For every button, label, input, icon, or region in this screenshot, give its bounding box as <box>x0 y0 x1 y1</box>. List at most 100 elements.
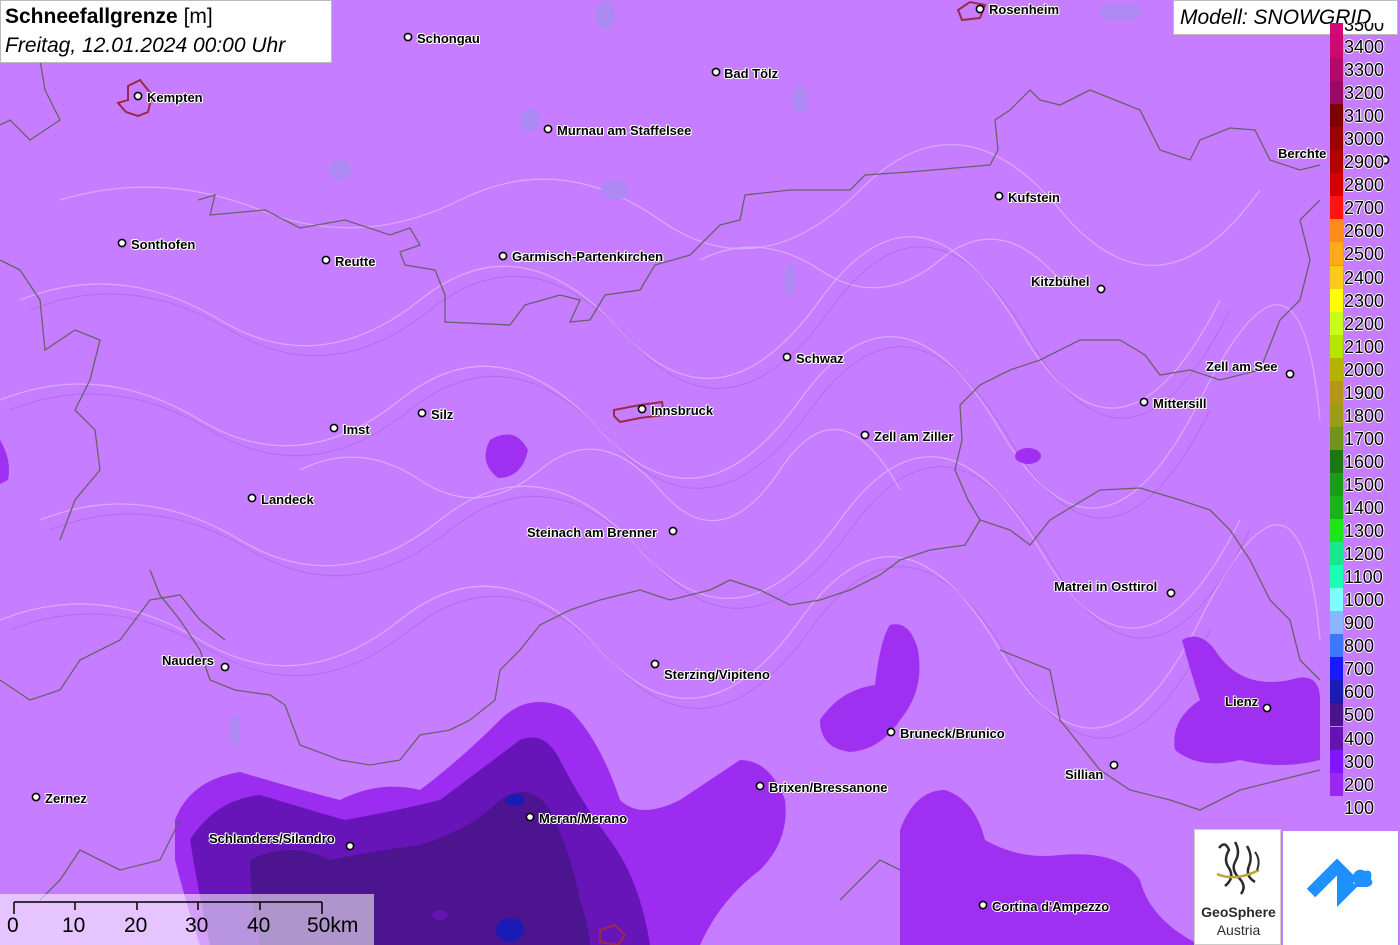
legend-label: 1700 <box>1344 428 1385 449</box>
legend-row-top-partial: 3500 <box>1328 23 1400 35</box>
color-legend: 3500 3400 3300 3200 3100 3000 2900 2800 2700 260… <box>1328 23 1400 832</box>
city-label-reutte: Reutte <box>335 254 376 269</box>
legend-label: 3400 <box>1344 37 1385 57</box>
legend-row-100: 100 <box>1328 795 1400 819</box>
legend-row-2100: 2100 <box>1328 334 1400 358</box>
legend-label: 1500 <box>1344 474 1385 495</box>
legend-swatch <box>1330 219 1343 243</box>
legend-label: 3100 <box>1344 106 1385 127</box>
city-label-schlanders: Schlanders/Silandro <box>209 831 335 846</box>
legend-label: 500 <box>1344 705 1375 726</box>
legend-swatch <box>1330 173 1343 197</box>
legend-row-400: 400 <box>1328 726 1400 750</box>
legend-label: 2100 <box>1344 336 1385 357</box>
cloud-chevron-icon <box>1306 858 1373 907</box>
city-label-bruneck: Bruneck/Brunico <box>900 726 1005 741</box>
legend-swatch <box>1330 611 1343 635</box>
legend-swatch <box>1330 772 1343 796</box>
snowgrid-logo[interactable] <box>1283 831 1398 945</box>
title-text: Schneefallgrenze <box>5 5 178 28</box>
legend-row-2200: 2200 <box>1328 311 1400 335</box>
legend-swatch <box>1330 265 1343 289</box>
legend-label: 2300 <box>1344 290 1385 311</box>
legend-label: 3500 <box>1344 23 1385 35</box>
legend-swatch <box>1330 795 1343 819</box>
legend-swatch <box>1330 35 1343 58</box>
legend-swatch <box>1330 542 1343 566</box>
legend-swatch <box>1330 334 1343 358</box>
legend-label: 1100 <box>1344 567 1383 588</box>
scale-label-0: 0 <box>7 914 19 937</box>
city-label-nauders: Nauders <box>162 653 215 668</box>
legend-label: 100 <box>1344 797 1375 818</box>
title-unit: [m] <box>183 5 213 28</box>
legend-row-2600: 2600 <box>1328 219 1400 243</box>
legend-label: 2200 <box>1344 313 1385 334</box>
legend-swatch <box>1330 680 1343 704</box>
city-label-bad-toelz: Bad Tölz <box>724 66 779 81</box>
legend-swatch <box>1330 472 1343 496</box>
city-label-cortina: Cortina d'Ampezzo <box>992 899 1110 914</box>
city-label-landeck: Landeck <box>261 492 314 507</box>
scale-label-20: 20 <box>124 914 148 937</box>
legend-swatch <box>1330 380 1343 404</box>
legend-label: 400 <box>1344 728 1375 749</box>
city-label-sonthofen: Sonthofen <box>131 237 196 252</box>
legend-swatch <box>1330 657 1343 681</box>
geosphere-country: Austria <box>1216 922 1261 938</box>
snowfall-map[interactable] <box>0 0 1400 945</box>
legend-label: 2400 <box>1344 267 1385 288</box>
geosphere-name: GeoSphere <box>1201 904 1276 920</box>
city-label-garmisch: Garmisch-Partenkirchen <box>512 249 664 264</box>
city-label-imst: Imst <box>343 422 370 437</box>
legend-label: 3000 <box>1344 129 1385 150</box>
scale-label-30: 30 <box>185 914 209 937</box>
legend-label: 1200 <box>1344 544 1385 565</box>
legend-row-3200: 3200 <box>1328 81 1400 105</box>
legend-row-800: 800 <box>1328 634 1400 658</box>
legend-row-3400: 3400 <box>1328 35 1400 58</box>
legend-label: 3200 <box>1344 83 1385 104</box>
legend-row-1300: 1300 <box>1328 519 1400 543</box>
legend-swatch <box>1330 749 1343 773</box>
city-label-zell-am-ziller: Zell am Ziller <box>874 429 954 444</box>
legend-row-1900: 1900 <box>1328 380 1400 404</box>
legend-row-1100: 1100 <box>1328 565 1400 589</box>
legend-label: 600 <box>1344 682 1375 703</box>
legend-label: 300 <box>1344 751 1375 772</box>
legend-label: 2700 <box>1344 198 1385 219</box>
legend-swatch <box>1330 519 1343 543</box>
legend-row-1700: 1700 <box>1328 426 1400 450</box>
map-title: Schneefallgrenze [m] <box>5 5 213 29</box>
legend-swatch <box>1330 288 1343 312</box>
legend-swatch <box>1330 634 1343 658</box>
legend-row-2700: 2700 <box>1328 196 1400 220</box>
legend-swatch <box>1330 357 1343 381</box>
legend-row-1800: 1800 <box>1328 403 1400 427</box>
city-label-lienz: Lienz <box>1225 694 1259 709</box>
legend-label: 1800 <box>1344 405 1385 426</box>
legend-row-1600: 1600 <box>1328 449 1400 473</box>
legend-label: 1400 <box>1344 498 1385 518</box>
legend-swatch <box>1330 726 1343 750</box>
city-label-berchtesgaden: Berchte <box>1278 146 1327 161</box>
legend-row-300: 300 <box>1328 749 1400 773</box>
legend-swatch <box>1330 496 1343 519</box>
legend-row-2300: 2300 <box>1328 288 1400 312</box>
legend-row-1400: 1400 <box>1328 496 1400 519</box>
city-label-kitzbuehel: Kitzbühel <box>1031 274 1090 289</box>
legend-swatch <box>1330 403 1343 427</box>
geosphere-emblem-icon <box>1216 841 1260 895</box>
geosphere-logo[interactable]: GeoSphere Austria <box>1194 829 1281 945</box>
legend-row-2500: 2500 <box>1328 242 1400 266</box>
legend-swatch <box>1330 426 1343 450</box>
city-label-sterzing: Sterzing/Vipiteno <box>664 667 770 682</box>
legend-row-3100: 3100 <box>1328 104 1400 128</box>
legend-swatch <box>1330 196 1343 220</box>
legend-label: 3300 <box>1344 60 1385 81</box>
scale-bar: 0 10 20 30 40 50km <box>0 894 374 945</box>
legend-swatch <box>1330 449 1343 473</box>
legend-label: 900 <box>1344 613 1375 634</box>
city-label-steinach: Steinach am Brenner <box>527 525 658 540</box>
scale-label-40: 40 <box>247 914 271 937</box>
